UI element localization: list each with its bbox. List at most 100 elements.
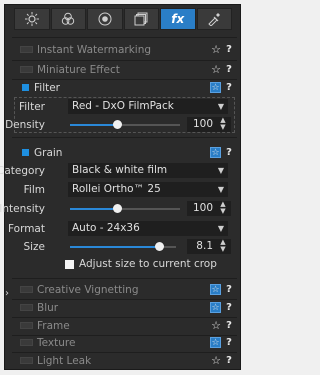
effect-label[interactable]: Light Leak xyxy=(37,355,209,367)
effect-label[interactable]: Creative Vignetting xyxy=(37,284,210,296)
effect-label[interactable]: Miniature Effect xyxy=(37,64,209,76)
density-row: Density 100 ▲ ▼ xyxy=(5,116,235,134)
color-circles-icon xyxy=(62,12,75,25)
effect-row-blur: Blur ☆ ? xyxy=(14,299,235,316)
format-row: Format Auto - 24x36 ▼ xyxy=(8,220,235,238)
enable-toggle[interactable] xyxy=(22,149,29,156)
chevron-right-icon[interactable]: › xyxy=(5,288,9,299)
help-icon[interactable]: ? xyxy=(223,302,235,313)
enable-toggle[interactable] xyxy=(20,322,33,329)
effect-label[interactable]: Texture xyxy=(37,337,210,349)
effect-label[interactable]: Grain xyxy=(34,147,210,159)
dropdown-value: Rollei Ortho™ 25 xyxy=(72,183,161,195)
adjust-size-checkbox-row: Adjust size to current crop xyxy=(65,257,225,271)
size-slider[interactable] xyxy=(70,242,176,251)
effect-label[interactable]: Blur xyxy=(37,302,210,314)
chevron-down-icon: ▼ xyxy=(217,185,224,194)
separator xyxy=(12,278,237,279)
effect-row-miniature-effect: Miniature Effect ☆ ? xyxy=(14,61,235,78)
spin-arrows-icon[interactable]: ▲ ▼ xyxy=(217,239,229,254)
enable-toggle[interactable] xyxy=(20,66,33,73)
enable-toggle[interactable] xyxy=(22,84,29,91)
param-label: Size xyxy=(23,241,45,253)
star-icon[interactable]: ☆ xyxy=(210,337,221,348)
detail-tab[interactable] xyxy=(87,8,123,30)
intensity-row: Intensity 100 ▲ ▼ xyxy=(0,200,235,218)
effect-label[interactable]: Frame xyxy=(37,320,209,332)
param-label: Category xyxy=(0,165,45,177)
enable-toggle[interactable] xyxy=(20,339,33,346)
effect-row-creative-vignetting: Creative Vignetting ☆ ? xyxy=(14,281,235,298)
intensity-slider[interactable] xyxy=(70,204,180,213)
star-icon[interactable]: ☆ xyxy=(209,43,223,56)
help-icon[interactable]: ? xyxy=(223,147,235,158)
effect-label[interactable]: Instant Watermarking xyxy=(37,44,209,56)
star-icon[interactable]: ☆ xyxy=(210,147,221,158)
effect-row-instant-watermarking: Instant Watermarking ☆ ? xyxy=(14,41,235,58)
enable-toggle[interactable] xyxy=(20,46,33,53)
dropdown-value: Black & white film xyxy=(72,164,168,176)
geometry-tab[interactable] xyxy=(123,8,159,30)
param-label: Intensity xyxy=(0,203,45,215)
local-adjustments-tab[interactable] xyxy=(196,8,232,30)
effect-label[interactable]: Filter xyxy=(34,82,210,94)
sun-icon xyxy=(24,12,39,26)
spin-arrows-icon[interactable]: ▲ ▼ xyxy=(217,117,229,132)
effect-row-filter: Filter ☆ ? xyxy=(14,79,235,96)
chevron-down-icon: ▼ xyxy=(217,166,224,175)
effects-tab[interactable]: fx xyxy=(160,8,196,30)
param-label: Density xyxy=(5,119,45,131)
category-dropdown[interactable]: Black & white film ▼ xyxy=(68,163,228,178)
effect-row-grain: Grain ☆ ? xyxy=(14,144,235,161)
layers-icon xyxy=(134,12,148,26)
param-label: Format xyxy=(7,223,45,235)
chevron-down-icon: ▼ xyxy=(217,102,224,111)
slider-handle[interactable] xyxy=(113,204,123,213)
separator xyxy=(12,137,237,138)
dropdown-value: Red - DxO FilmPack xyxy=(72,100,174,112)
eyedropper-icon xyxy=(208,13,221,26)
light-tab[interactable] xyxy=(14,8,50,30)
param-label: Film xyxy=(23,184,45,196)
star-icon[interactable]: ☆ xyxy=(209,319,223,332)
star-icon[interactable]: ☆ xyxy=(209,354,223,367)
chevron-down-icon: ▼ xyxy=(217,224,224,233)
slider-fill xyxy=(70,208,118,210)
category-row: Category Black & white film ▼ xyxy=(0,162,235,180)
adjust-size-checkbox[interactable] xyxy=(65,259,74,269)
film-dropdown[interactable]: Rollei Ortho™ 25 ▼ xyxy=(68,182,228,197)
star-icon[interactable]: ☆ xyxy=(210,284,221,295)
enable-toggle[interactable] xyxy=(20,357,33,364)
param-label: Filter xyxy=(18,101,45,113)
help-icon[interactable]: ? xyxy=(223,320,235,331)
dropdown-value: Auto - 24x36 xyxy=(72,222,140,234)
slider-handle[interactable] xyxy=(155,242,165,251)
slider-fill xyxy=(70,124,118,126)
target-icon xyxy=(98,12,112,26)
filter-dropdown[interactable]: Red - DxO FilmPack ▼ xyxy=(68,99,228,114)
help-icon[interactable]: ? xyxy=(223,82,235,93)
density-slider[interactable] xyxy=(70,120,180,129)
separator xyxy=(12,37,237,38)
star-icon[interactable]: ☆ xyxy=(209,63,223,76)
palette-toolbar: fx xyxy=(14,8,232,30)
help-icon[interactable]: ? xyxy=(223,355,235,366)
help-icon[interactable]: ? xyxy=(223,64,235,75)
format-dropdown[interactable]: Auto - 24x36 ▼ xyxy=(68,221,228,236)
effect-row-texture: Texture ☆ ? xyxy=(14,334,235,351)
color-tab[interactable] xyxy=(50,8,86,30)
fx-icon: fx xyxy=(171,12,185,26)
enable-toggle[interactable] xyxy=(20,304,33,311)
enable-toggle[interactable] xyxy=(20,286,33,293)
effect-row-light-leak: Light Leak ☆ ? xyxy=(14,352,235,369)
star-icon[interactable]: ☆ xyxy=(210,82,221,93)
film-row: Film Rollei Ortho™ 25 ▼ xyxy=(14,181,235,199)
slider-handle[interactable] xyxy=(113,120,123,129)
help-icon[interactable]: ? xyxy=(223,284,235,295)
star-icon[interactable]: ☆ xyxy=(210,302,221,313)
checkbox-label: Adjust size to current crop xyxy=(79,258,217,270)
spin-arrows-icon[interactable]: ▲ ▼ xyxy=(217,201,229,216)
help-icon[interactable]: ? xyxy=(223,337,235,348)
slider-fill xyxy=(70,246,160,248)
help-icon[interactable]: ? xyxy=(223,44,235,55)
